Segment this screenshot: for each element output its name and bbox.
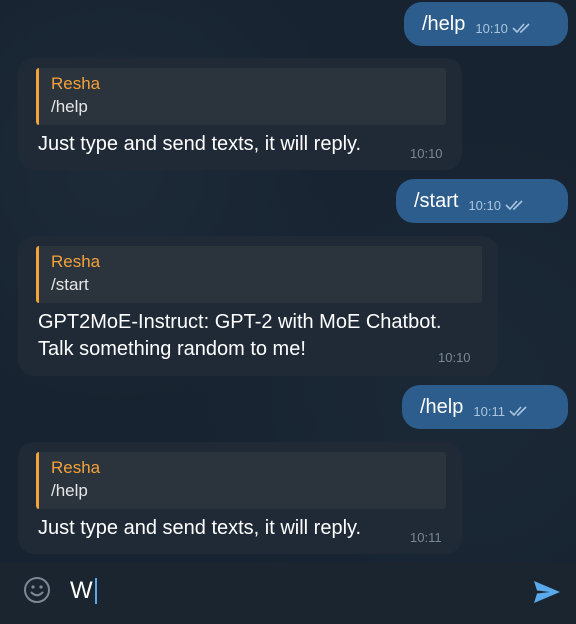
message-time: 10:10 bbox=[438, 350, 471, 365]
message-text: Just type and send texts, it will reply. bbox=[32, 131, 450, 158]
incoming-message[interactable]: Resha /start GPT2MoE-Instruct: GPT-2 wit… bbox=[18, 236, 498, 376]
message-time: 10:11 bbox=[473, 403, 505, 419]
message-input-value: W bbox=[70, 577, 93, 604]
double-check-icon bbox=[509, 406, 527, 417]
message-time: 10:10 bbox=[410, 146, 443, 161]
message-line: GPT2MoE-Instruct: GPT-2 with MoE Chatbot… bbox=[38, 311, 442, 333]
outgoing-message[interactable]: /help 10:11 bbox=[402, 385, 568, 429]
send-arrow-icon[interactable] bbox=[532, 579, 562, 605]
reply-text: /help bbox=[51, 97, 88, 116]
outgoing-message[interactable]: /help 10:10 bbox=[404, 2, 568, 46]
reply-author: Resha bbox=[51, 74, 101, 93]
message-line: Just type and send texts, it will reply. bbox=[38, 517, 362, 539]
message-time: 10:11 bbox=[410, 530, 442, 545]
message-line: Just type and send texts, it will reply. bbox=[38, 133, 362, 155]
double-check-icon bbox=[505, 200, 523, 211]
outgoing-message[interactable]: /start 10:10 bbox=[396, 179, 568, 223]
reply-preview[interactable]: Resha /help bbox=[36, 452, 446, 509]
incoming-message[interactable]: Resha /help Just type and send texts, it… bbox=[18, 442, 462, 554]
reply-preview[interactable]: Resha /start bbox=[36, 246, 482, 303]
reply-preview[interactable]: Resha /help bbox=[36, 68, 446, 125]
message-input[interactable]: W bbox=[70, 576, 97, 606]
incoming-message[interactable]: Resha /help Just type and send texts, it… bbox=[18, 58, 462, 170]
chat-area[interactable]: /help 10:10 Resha /help Just type and se… bbox=[0, 0, 576, 562]
message-text: /help bbox=[420, 395, 464, 418]
double-check-icon bbox=[512, 23, 530, 34]
message-text: /help bbox=[422, 12, 466, 35]
message-text: Just type and send texts, it will reply. bbox=[32, 515, 450, 542]
reply-author: Resha bbox=[51, 252, 101, 271]
message-line: Talk something random to me! bbox=[38, 338, 306, 360]
reply-text: /help bbox=[51, 481, 88, 500]
smile-icon[interactable] bbox=[22, 575, 52, 605]
reply-author: Resha bbox=[51, 458, 101, 477]
message-composer: W bbox=[0, 562, 576, 624]
message-text: /start bbox=[414, 189, 459, 212]
reply-text: /start bbox=[51, 275, 89, 294]
text-caret bbox=[94, 578, 97, 604]
message-text: GPT2MoE-Instruct: GPT-2 with MoE Chatbot… bbox=[32, 309, 486, 363]
message-time: 10:10 bbox=[475, 20, 508, 36]
message-time: 10:10 bbox=[468, 197, 501, 213]
